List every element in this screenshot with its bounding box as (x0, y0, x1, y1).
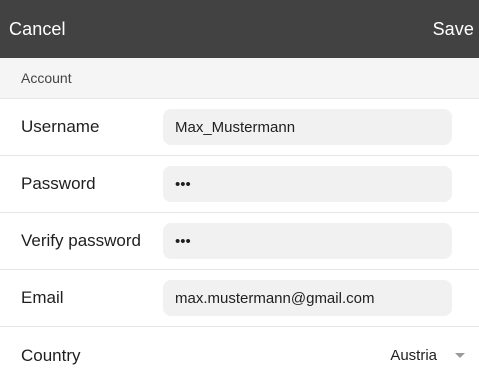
password-input[interactable] (163, 166, 452, 202)
username-input[interactable] (163, 109, 452, 145)
section-header-account: Account (0, 58, 479, 99)
password-row: Password (0, 156, 479, 213)
save-button[interactable]: Save (433, 19, 474, 40)
top-bar: Cancel Save (0, 0, 479, 58)
country-label: Country (21, 345, 81, 365)
country-select[interactable]: Austria (163, 347, 479, 364)
country-row: Country Austria (0, 327, 479, 384)
verify-password-label: Verify password (21, 231, 141, 250)
password-label: Password (21, 174, 96, 193)
section-title: Account (21, 70, 72, 86)
email-input[interactable] (163, 280, 452, 316)
cancel-button[interactable]: Cancel (9, 19, 66, 40)
username-row: Username (0, 99, 479, 156)
email-row: Email (0, 270, 479, 327)
username-label: Username (21, 117, 100, 136)
country-value: Austria (390, 347, 437, 364)
verify-password-row: Verify password (0, 213, 479, 270)
verify-password-input[interactable] (163, 223, 452, 259)
email-label: Email (21, 288, 64, 307)
chevron-down-icon (455, 353, 465, 358)
